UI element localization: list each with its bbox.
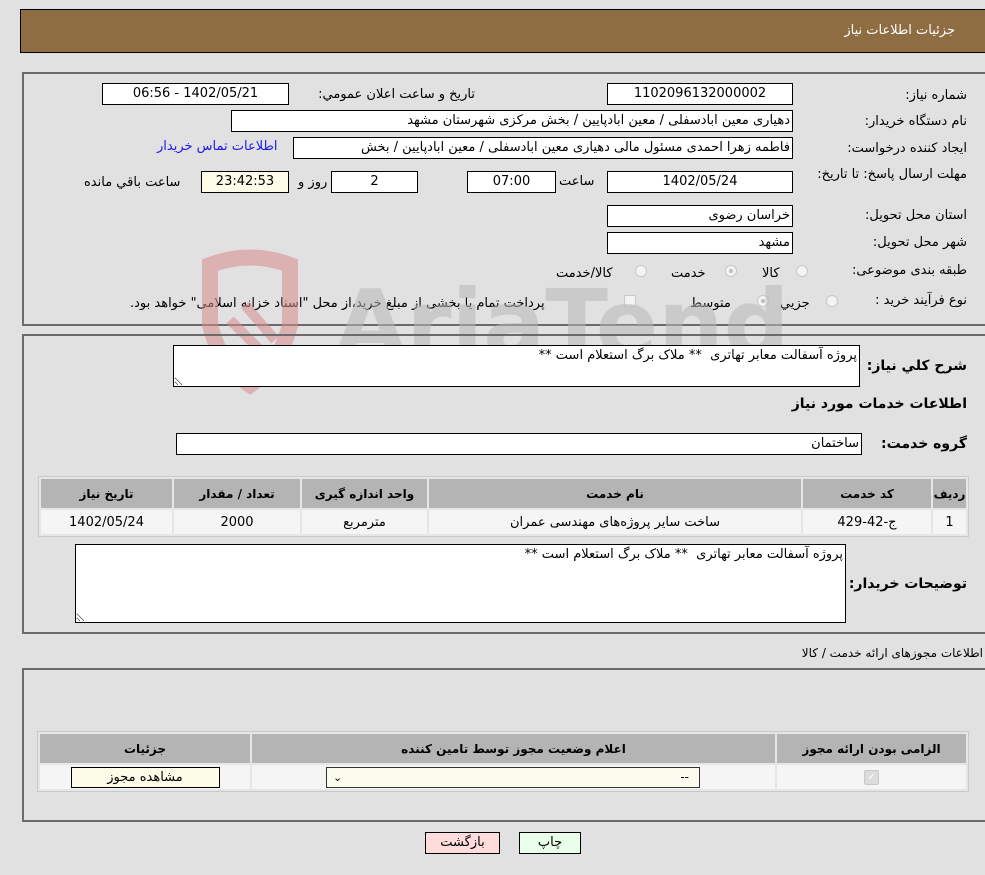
description-label: شرح کلي نیاز: <box>866 358 967 374</box>
cell-unit: مترمربع <box>302 510 427 534</box>
col-qty: تعداد / مقدار <box>174 479 300 508</box>
cell-status: -- ⌄ <box>252 765 775 789</box>
creator-label: ایجاد کننده درخواست: <box>847 141 967 156</box>
buyer-notes-textarea[interactable]: پروژه آسفالت معابر تهاتری ** ملاک برگ اس… <box>75 544 846 623</box>
category-option-service: خدمت <box>671 266 706 281</box>
cell-required: ✓ <box>777 765 966 789</box>
table-row: ✓ -- ⌄ مشاهده مجوز <box>40 765 966 789</box>
province-label: استان محل تحویل: <box>865 208 967 223</box>
services-table-header: ردیف کد خدمت نام خدمت واحد اندازه گیری ت… <box>41 479 966 508</box>
permits-table-header: الزامی بودن ارائه مجوز اعلام وضعیت مجوز … <box>40 734 966 763</box>
city-label: شهر محل تحویل: <box>872 235 967 250</box>
buyer-contact-link[interactable]: اطلاعات تماس خریدار <box>157 139 277 154</box>
process-label: نوع فرآیند خرید : <box>875 293 967 308</box>
announce-field: 1402/05/21 - 06:56 <box>102 83 289 105</box>
deadline-date-field: 1402/05/24 <box>607 171 793 193</box>
category-label: طبقه بندی موضوعی: <box>851 263 967 278</box>
col-required: الزامی بودن ارائه مجوز <box>777 734 966 763</box>
col-date: تاریخ نیاز <box>41 479 172 508</box>
process-radio-medium[interactable] <box>757 295 769 307</box>
service-group-label: گروه خدمت: <box>881 436 967 452</box>
cell-details: مشاهده مجوز <box>40 765 250 789</box>
deadline-time-field: 07:00 <box>467 171 556 193</box>
required-checkbox[interactable]: ✓ <box>864 770 879 785</box>
treasury-note: پرداخت تمام یا بخشی از مبلغ خرید،از محل … <box>130 296 545 311</box>
col-code: کد خدمت <box>803 479 931 508</box>
category-radio-goods-service[interactable] <box>635 265 647 277</box>
view-permit-button[interactable]: مشاهده مجوز <box>70 766 220 788</box>
back-button[interactable]: بازگشت <box>425 832 500 854</box>
process-option-minor: جزيي <box>780 296 810 311</box>
cell-row: 1 <box>933 510 966 534</box>
remaining-time-field: 23:42:53 <box>201 171 289 193</box>
cell-date: 1402/05/24 <box>41 510 172 534</box>
col-row: ردیف <box>933 479 966 508</box>
chevron-down-icon: ⌄ <box>333 770 343 784</box>
remaining-label: ساعت باقي مانده <box>84 175 181 190</box>
cell-name: ساخت سایر پروژه‌های مهندسی عمران <box>429 510 801 534</box>
need-number-label: شماره نیاز: <box>905 88 967 103</box>
table-row: 1 ج-42-429 ساخت سایر پروژه‌های مهندسی عم… <box>41 510 966 534</box>
permits-table: الزامی بودن ارائه مجوز اعلام وضعیت مجوز … <box>37 731 969 792</box>
permit-status-select[interactable]: -- ⌄ <box>326 766 700 788</box>
service-group-field: ساختمان <box>176 433 862 455</box>
province-field: خراسان رضوی <box>607 205 793 227</box>
col-unit: واحد اندازه گیری <box>302 479 427 508</box>
cell-code: ج-42-429 <box>803 510 931 534</box>
page-header: جزئیات اطلاعات نیاز <box>20 9 985 53</box>
city-field: مشهد <box>607 232 793 254</box>
description-textarea[interactable]: پروژه آسفالت معابر تهاتری ** ملاک برگ اس… <box>173 345 860 387</box>
treasury-checkbox[interactable] <box>624 295 636 307</box>
buyer-org-field: دهیاری معین ابادسفلی / معین ابادپایین / … <box>231 110 793 132</box>
services-table: ردیف کد خدمت نام خدمت واحد اندازه گیری ت… <box>38 476 969 537</box>
category-option-goods-service: کالا/خدمت <box>556 266 613 281</box>
process-radio-minor[interactable] <box>826 295 838 307</box>
category-radio-service[interactable] <box>725 265 737 277</box>
need-number-field: 1102096132000002 <box>607 83 793 105</box>
services-section-title: اطلاعات خدمات مورد نیاز <box>791 396 967 412</box>
announce-label: تاریخ و ساعت اعلان عمومي: <box>318 87 475 102</box>
deadline-label: مهلت ارسال پاسخ: تا تاریخ: <box>817 167 967 182</box>
category-radio-goods[interactable] <box>796 265 808 277</box>
creator-field: فاطمه زهرا احمدی مسئول مالی دهیاری معین … <box>293 137 793 159</box>
category-option-goods: کالا <box>762 266 780 281</box>
select-value: -- <box>680 769 689 784</box>
print-button[interactable]: چاپ <box>519 832 581 854</box>
buyer-org-label: نام دستگاه خریدار: <box>864 114 967 129</box>
days-label: روز و <box>298 175 328 190</box>
deadline-time-label: ساعت <box>559 174 595 189</box>
page-title: جزئیات اطلاعات نیاز <box>844 23 955 38</box>
buyer-notes-label: توضیحات خریدار: <box>848 576 967 592</box>
col-name: نام خدمت <box>429 479 801 508</box>
permits-section-title: اطلاعات مجوزهای ارائه خدمت / کالا <box>801 646 983 660</box>
days-remaining-field: 2 <box>331 171 418 193</box>
process-option-medium: متوسط <box>690 296 731 311</box>
cell-qty: 2000 <box>174 510 300 534</box>
col-status: اعلام وضعیت مجوز توسط تامین کننده <box>252 734 775 763</box>
col-details: جزئیات <box>40 734 250 763</box>
